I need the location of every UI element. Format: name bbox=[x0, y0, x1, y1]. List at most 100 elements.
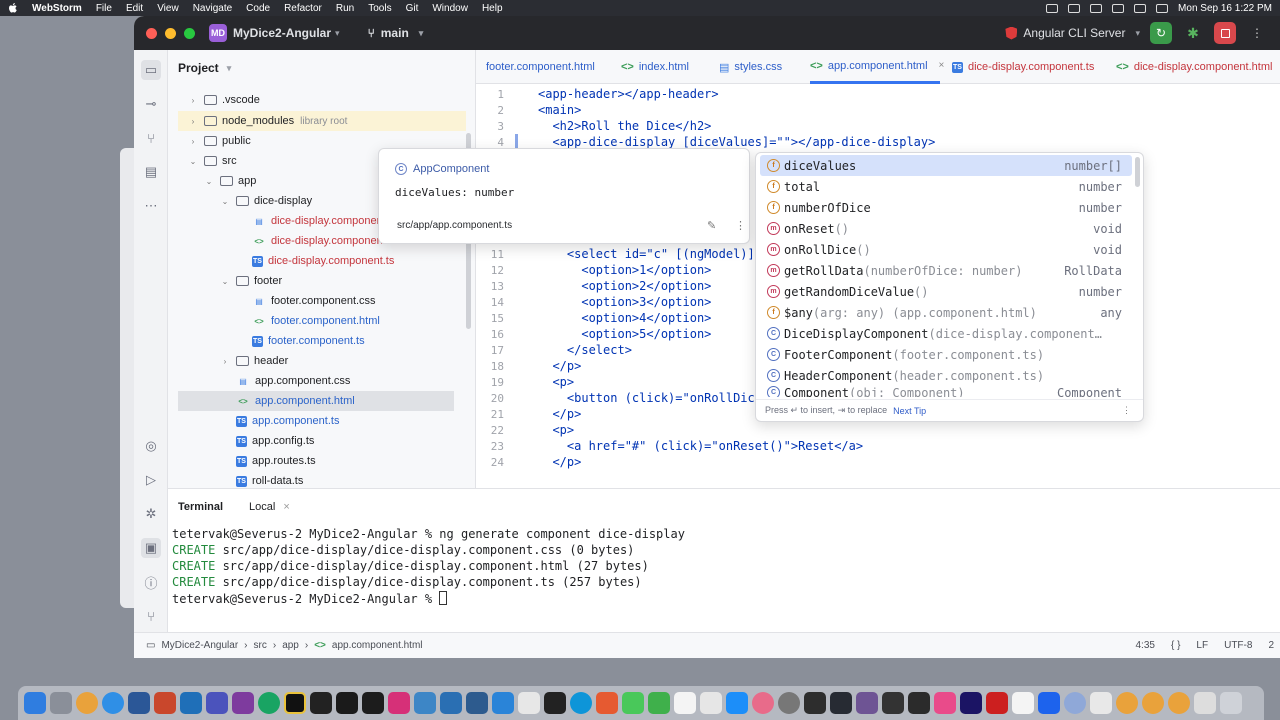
tree-row-footer[interactable]: ⌄ footer bbox=[220, 271, 283, 291]
menu-tools[interactable]: Tools bbox=[368, 3, 391, 14]
terminal-icon[interactable] bbox=[544, 692, 566, 714]
screen-icon[interactable] bbox=[1046, 3, 1059, 13]
app-icon[interactable] bbox=[518, 692, 540, 714]
terminal-title[interactable]: Terminal bbox=[178, 501, 223, 513]
app-icon[interactable] bbox=[830, 692, 852, 714]
tab-app-component-html[interactable]: <> app.component.html × bbox=[810, 50, 944, 84]
project-panel-header[interactable]: Project ▾ bbox=[178, 61, 231, 75]
intellij-icon[interactable] bbox=[310, 692, 332, 714]
branch-widget[interactable]: ⑂ main ▾ bbox=[368, 26, 424, 40]
app-icon[interactable] bbox=[882, 692, 904, 714]
search-icon[interactable] bbox=[1134, 3, 1147, 13]
tree-row-file[interactable]: TS footer.component.ts bbox=[252, 331, 365, 351]
breadcrumb-item[interactable]: app.component.html bbox=[332, 640, 423, 651]
tree-row-header[interactable]: › header bbox=[220, 351, 289, 371]
close-window-button[interactable] bbox=[146, 27, 157, 39]
close-icon[interactable]: × bbox=[283, 501, 289, 513]
datagrip-icon[interactable] bbox=[336, 692, 358, 714]
downloads-icon[interactable] bbox=[1194, 692, 1216, 714]
tree-row-file[interactable]: TS app.component.ts bbox=[236, 411, 339, 431]
grammarly-icon[interactable] bbox=[258, 692, 280, 714]
run-configuration-selector[interactable]: Angular CLI Server ▾ bbox=[1005, 26, 1140, 40]
completion-item[interactable]: m onRollDice () void bbox=[760, 239, 1132, 260]
menu-file[interactable]: File bbox=[96, 3, 112, 14]
github-icon[interactable] bbox=[856, 692, 878, 714]
menu-help[interactable]: Help bbox=[482, 3, 503, 14]
problems-icon[interactable]: ⓘ bbox=[141, 572, 161, 592]
app-icon[interactable] bbox=[466, 692, 488, 714]
chrome-icon[interactable] bbox=[1168, 692, 1190, 714]
tree-row-dice-display[interactable]: ⌄ dice-display bbox=[220, 191, 312, 211]
skype-icon[interactable] bbox=[570, 692, 592, 714]
project-badge[interactable]: MD bbox=[209, 24, 227, 42]
terminal-tool-icon[interactable]: ▣ bbox=[141, 538, 161, 558]
word-icon[interactable] bbox=[128, 692, 150, 714]
tree-row-file[interactable]: ▤ app.component.css bbox=[236, 371, 350, 391]
completion-item[interactable]: m getRollData (numberOfDice: number) Rol… bbox=[760, 260, 1132, 281]
tree-row-selected[interactable]: <> app.component.html bbox=[178, 391, 454, 411]
run-icon[interactable]: ▷ bbox=[141, 470, 161, 490]
app-icon[interactable] bbox=[1090, 692, 1112, 714]
completion-item[interactable]: C DiceDisplayComponent (dice-display.com… bbox=[760, 323, 1132, 344]
debug-tool-icon[interactable]: ✲ bbox=[141, 504, 161, 524]
finder-icon[interactable] bbox=[24, 692, 46, 714]
menubar-app-name[interactable]: WebStorm bbox=[32, 3, 82, 14]
tree-row-public[interactable]: › public bbox=[188, 131, 251, 151]
menu-code[interactable]: Code bbox=[246, 3, 270, 14]
onenote-icon[interactable] bbox=[232, 692, 254, 714]
calendar-icon[interactable] bbox=[1012, 692, 1034, 714]
app-icon[interactable] bbox=[908, 692, 930, 714]
minimize-window-button[interactable] bbox=[165, 27, 176, 39]
menu-run[interactable]: Run bbox=[336, 3, 354, 14]
launchpad-icon[interactable] bbox=[50, 692, 72, 714]
pycharm-icon[interactable] bbox=[362, 692, 384, 714]
cloud-icon[interactable] bbox=[1068, 3, 1081, 13]
breadcrumb-item[interactable]: src bbox=[254, 640, 267, 651]
tree-row-vscode[interactable]: › .vscode bbox=[188, 92, 260, 108]
next-tip-link[interactable]: Next Tip bbox=[893, 406, 926, 416]
completion-item[interactable]: m onReset () void bbox=[760, 218, 1132, 239]
language-services-widget[interactable]: { } bbox=[1171, 640, 1180, 651]
tree-row-src[interactable]: ⌄ src bbox=[188, 151, 237, 171]
completion-item[interactable]: C Component (obj: Component) Component bbox=[760, 386, 1132, 397]
completion-item[interactable]: m getRandomDiceValue () number bbox=[760, 281, 1132, 302]
notes-icon[interactable] bbox=[674, 692, 696, 714]
git-tool-icon[interactable]: ⑂ bbox=[141, 606, 161, 626]
terminal-panel[interactable]: Terminal Local × tetervak@Severus-2 MyDic… bbox=[168, 488, 1280, 632]
photos-icon[interactable] bbox=[752, 692, 774, 714]
tab-styles-css[interactable]: ▤ styles.css bbox=[719, 50, 782, 84]
tree-row-file[interactable]: TS dice-display.component.ts bbox=[252, 251, 394, 271]
tree-row-file[interactable]: TS app.routes.ts bbox=[236, 451, 316, 471]
control-center-icon[interactable] bbox=[1156, 3, 1169, 13]
tree-row-node-modules[interactable]: › node_modules library root bbox=[178, 111, 466, 131]
completion-scrollbar[interactable] bbox=[1135, 157, 1140, 187]
app-icon[interactable] bbox=[1064, 692, 1086, 714]
acrobat-icon[interactable] bbox=[986, 692, 1008, 714]
apple-icon[interactable] bbox=[8, 2, 18, 14]
debug-button[interactable]: ✱ bbox=[1182, 22, 1204, 44]
app-icon[interactable] bbox=[934, 692, 956, 714]
menu-window[interactable]: Window bbox=[432, 3, 468, 14]
zoom-window-button[interactable] bbox=[184, 27, 195, 39]
stop-button[interactable] bbox=[1214, 22, 1236, 44]
tree-row-file[interactable]: ▤ footer.component.css bbox=[252, 291, 375, 311]
system-settings-icon[interactable] bbox=[778, 692, 800, 714]
teams-icon[interactable] bbox=[206, 692, 228, 714]
file-encoding[interactable]: UTF-8 bbox=[1224, 640, 1252, 651]
completion-item[interactable]: f numberOfDice number bbox=[760, 197, 1132, 218]
caret-position[interactable]: 4:35 bbox=[1135, 640, 1154, 651]
tab-index-html[interactable]: <> index.html bbox=[621, 50, 689, 84]
messages-icon[interactable] bbox=[622, 692, 644, 714]
chrome-icon[interactable] bbox=[76, 692, 98, 714]
chrome-icon[interactable] bbox=[1116, 692, 1138, 714]
close-icon[interactable]: × bbox=[939, 60, 945, 71]
completion-item[interactable]: C FooterComponent (footer.component.ts) bbox=[760, 344, 1132, 365]
doc-path[interactable]: src/app/app.component.ts bbox=[397, 220, 512, 231]
menu-git[interactable]: Git bbox=[406, 3, 419, 14]
more-tools-icon[interactable]: ⋯ bbox=[141, 196, 161, 216]
terminal-tab-local[interactable]: Local × bbox=[249, 501, 290, 513]
more-options-icon[interactable]: ⋮ bbox=[1122, 405, 1131, 416]
doc-class-name[interactable]: AppComponent bbox=[413, 163, 489, 175]
reminders-icon[interactable] bbox=[700, 692, 722, 714]
app-store-icon[interactable] bbox=[726, 692, 748, 714]
